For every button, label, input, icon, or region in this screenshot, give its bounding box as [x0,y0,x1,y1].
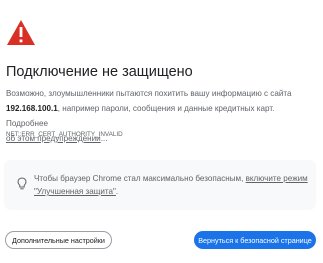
host-ip: 192.168.100.1 [6,104,58,113]
error-code: NET::ERR_CERT_AUTHORITY_INVALID [6,131,123,138]
page-title: Подключение не защищено [6,64,193,80]
advanced-settings-button[interactable]: Дополнительные настройки [5,231,112,249]
tip-suffix: . [115,187,119,196]
tip-message: Чтобы браузер Chrome стал максимально бе… [34,174,246,183]
description-line1: Возможно, злоумышленники пытаются похити… [6,89,292,98]
tip-text: Чтобы браузер Chrome стал максимально бе… [34,172,310,198]
enhanced-protection-tip: Чтобы браузер Chrome стал максимально бе… [4,160,316,210]
warning-triangle-icon [7,20,35,45]
back-to-safety-button[interactable]: Вернуться к безопасной странице [194,231,316,249]
lightbulb-icon [17,177,27,190]
